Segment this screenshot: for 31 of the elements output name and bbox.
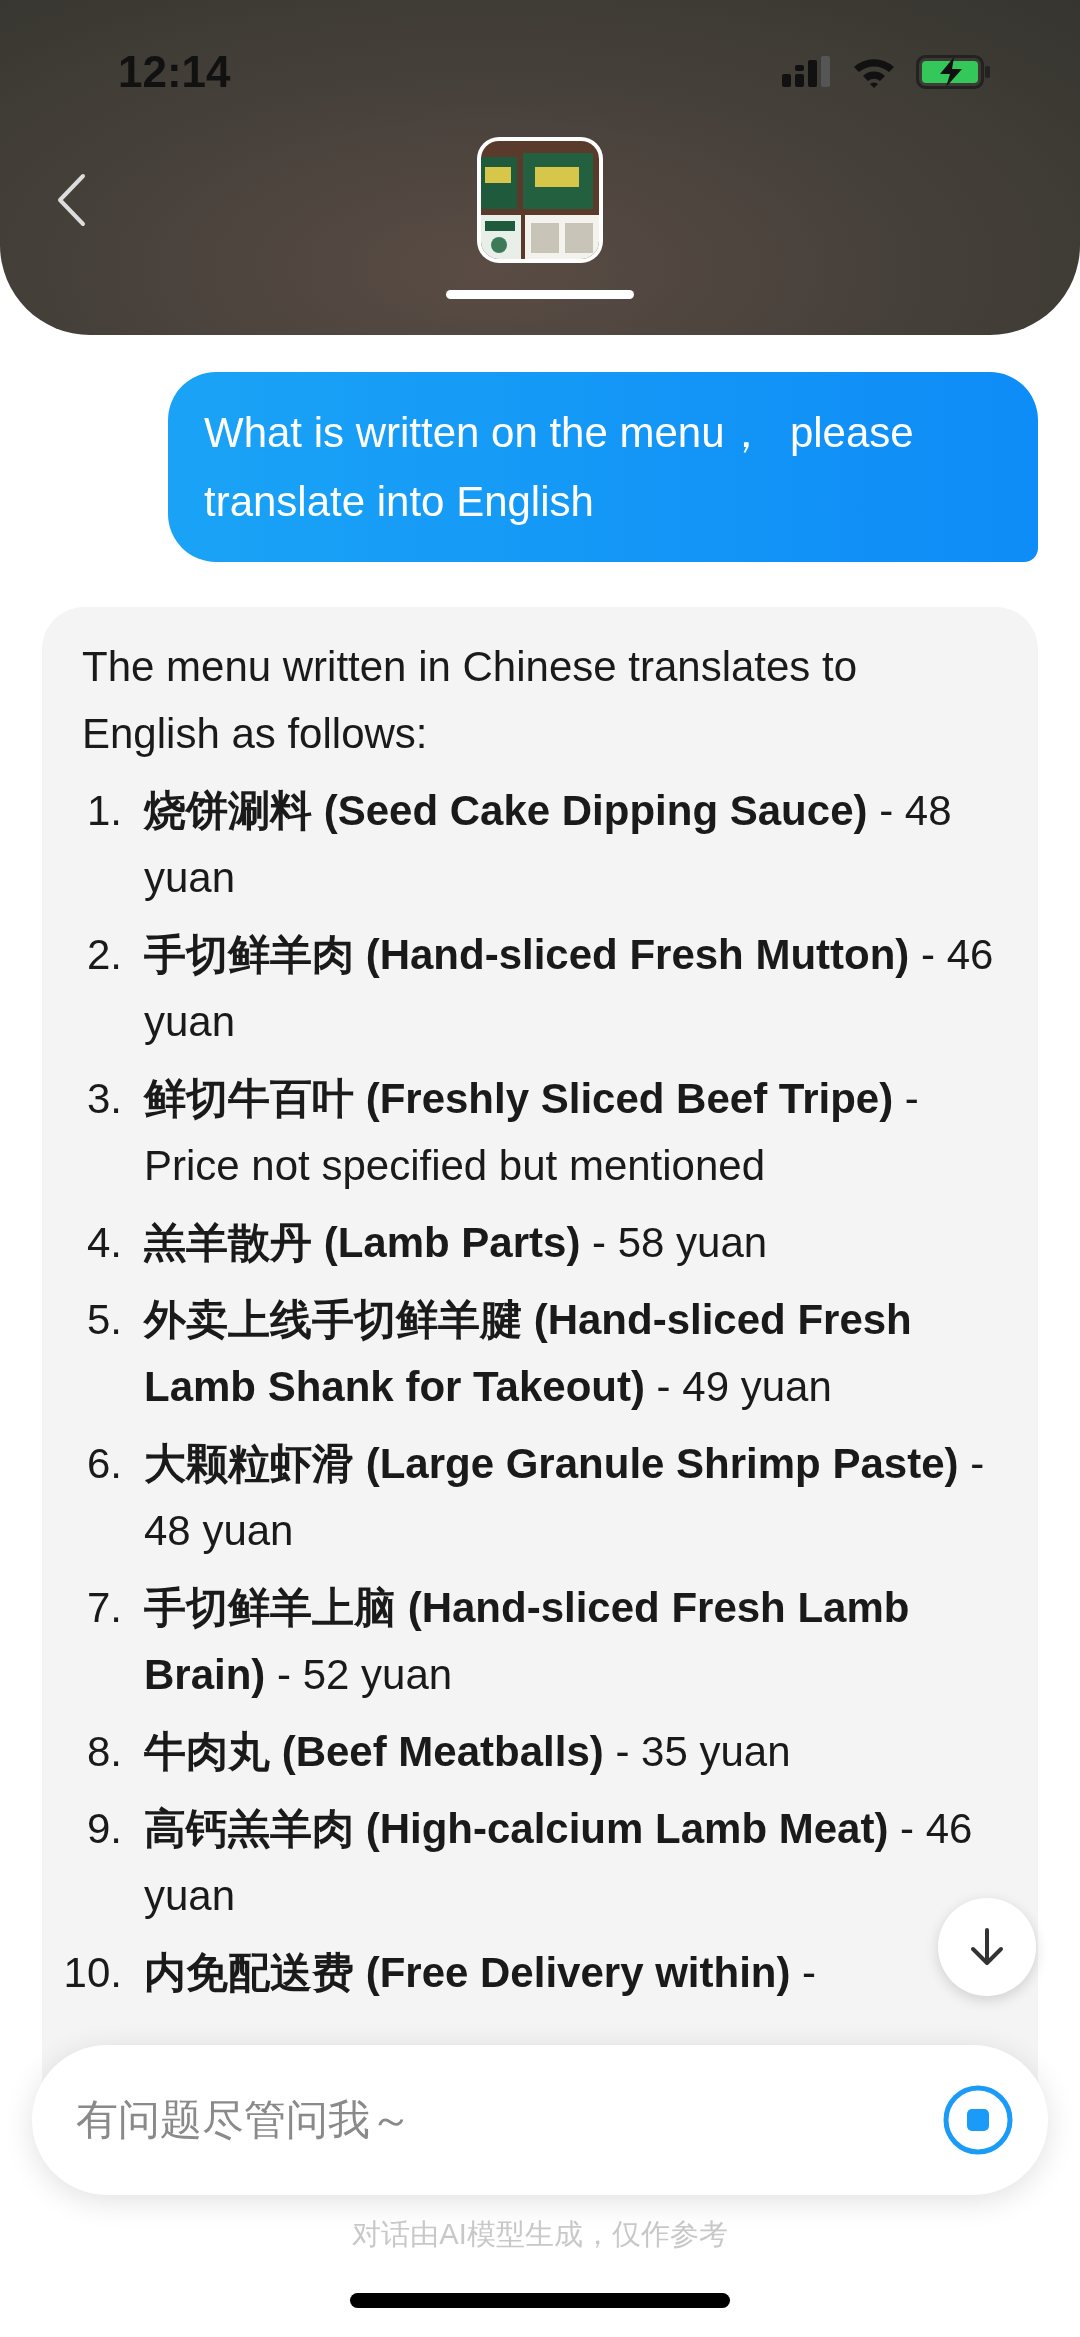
wifi-icon	[852, 56, 896, 88]
signal-icon	[782, 56, 832, 88]
stop-icon	[942, 2084, 1014, 2156]
list-number: 10.	[62, 1948, 123, 1998]
menu-item-text: 大颗粒虾滑 (Large Granule Shrimp Paste) - 48 yuan	[144, 1439, 986, 1556]
battery-charging-icon	[916, 55, 992, 89]
list-number: 9.	[85, 1804, 123, 1854]
arrow-down-icon	[970, 1928, 1004, 1966]
menu-item-text: 内免配送费 (Free Delivery within) -	[144, 1948, 817, 1998]
menu-item-text: 手切鲜羊肉 (Hand-sliced Fresh Mutton) - 46 yuan	[144, 930, 995, 1047]
list-number: 4.	[85, 1218, 123, 1268]
list-number: 3.	[85, 1074, 123, 1124]
message-input-field[interactable]: 有问题尽管问我～	[32, 2045, 1048, 2195]
grabber-handle[interactable]	[446, 290, 634, 299]
menu-item-text: 牛肉丸 (Beef Meatballs) - 35 yuan	[144, 1727, 791, 1777]
user-message: What is written on the menu， please translate into English	[168, 372, 1038, 562]
stop-button[interactable]	[942, 2084, 1014, 2156]
menu-item-text: 羔羊散丹 (Lamb Parts) - 58 yuan	[144, 1218, 768, 1268]
menu-item-text: 外卖上线手切鲜羊腱 (Hand-sliced Fresh Lamb Shank for Takeout) - 49 yuan	[144, 1295, 913, 1412]
menu-item-text: 高钙羔羊肉 (High-calcium Lamb Meat) - 46 yuan	[144, 1804, 974, 1921]
menu-item-text: 手切鲜羊上脑 (Hand-sliced Fresh Lamb Brain) - 52 yuan	[144, 1583, 911, 1700]
list-number: 5.	[85, 1295, 123, 1345]
back-chevron-icon	[56, 173, 86, 227]
list-number: 6.	[85, 1439, 123, 1489]
menu-item-text: 鲜切牛百叶 (Freshly Sliced Beef Tripe) - Price not specified but mentioned	[144, 1074, 920, 1191]
message-text: The menu written in Chinese translates to English as follows:	[82, 642, 859, 759]
list-number: 8.	[85, 1727, 123, 1777]
list-number: 2.	[85, 930, 123, 980]
menu-item-text: 烧饼涮料 (Seed Cake Dipping Sauce) - 48 yuan	[144, 786, 953, 903]
list-number: 1.	[85, 786, 123, 836]
list-number: 7.	[85, 1583, 123, 1633]
